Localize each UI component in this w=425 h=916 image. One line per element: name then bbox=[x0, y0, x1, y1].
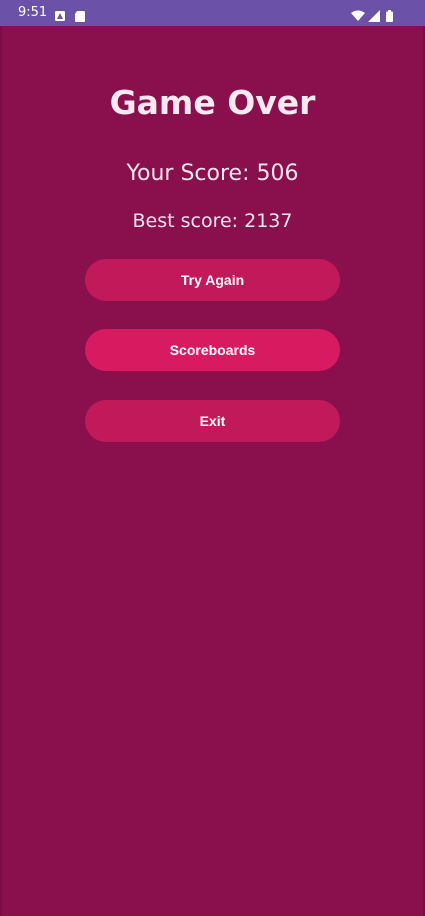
status-bar: 9:51 bbox=[0, 0, 425, 26]
status-time: 9:51 bbox=[18, 5, 48, 20]
try-again-button[interactable]: Try Again bbox=[85, 259, 340, 301]
sd-card-icon bbox=[74, 7, 86, 22]
game-over-title: Game Over bbox=[109, 83, 316, 122]
sim-card-icon bbox=[54, 7, 66, 21]
best-score-text: Best score: 2137 bbox=[132, 210, 293, 232]
battery-icon bbox=[386, 7, 393, 22]
scoreboards-button[interactable]: Scoreboards bbox=[85, 329, 340, 371]
your-score-text: Your Score: 506 bbox=[126, 161, 299, 186]
exit-button[interactable]: Exit bbox=[85, 400, 340, 442]
cell-signal-icon bbox=[368, 7, 380, 22]
wifi-icon bbox=[351, 7, 365, 21]
